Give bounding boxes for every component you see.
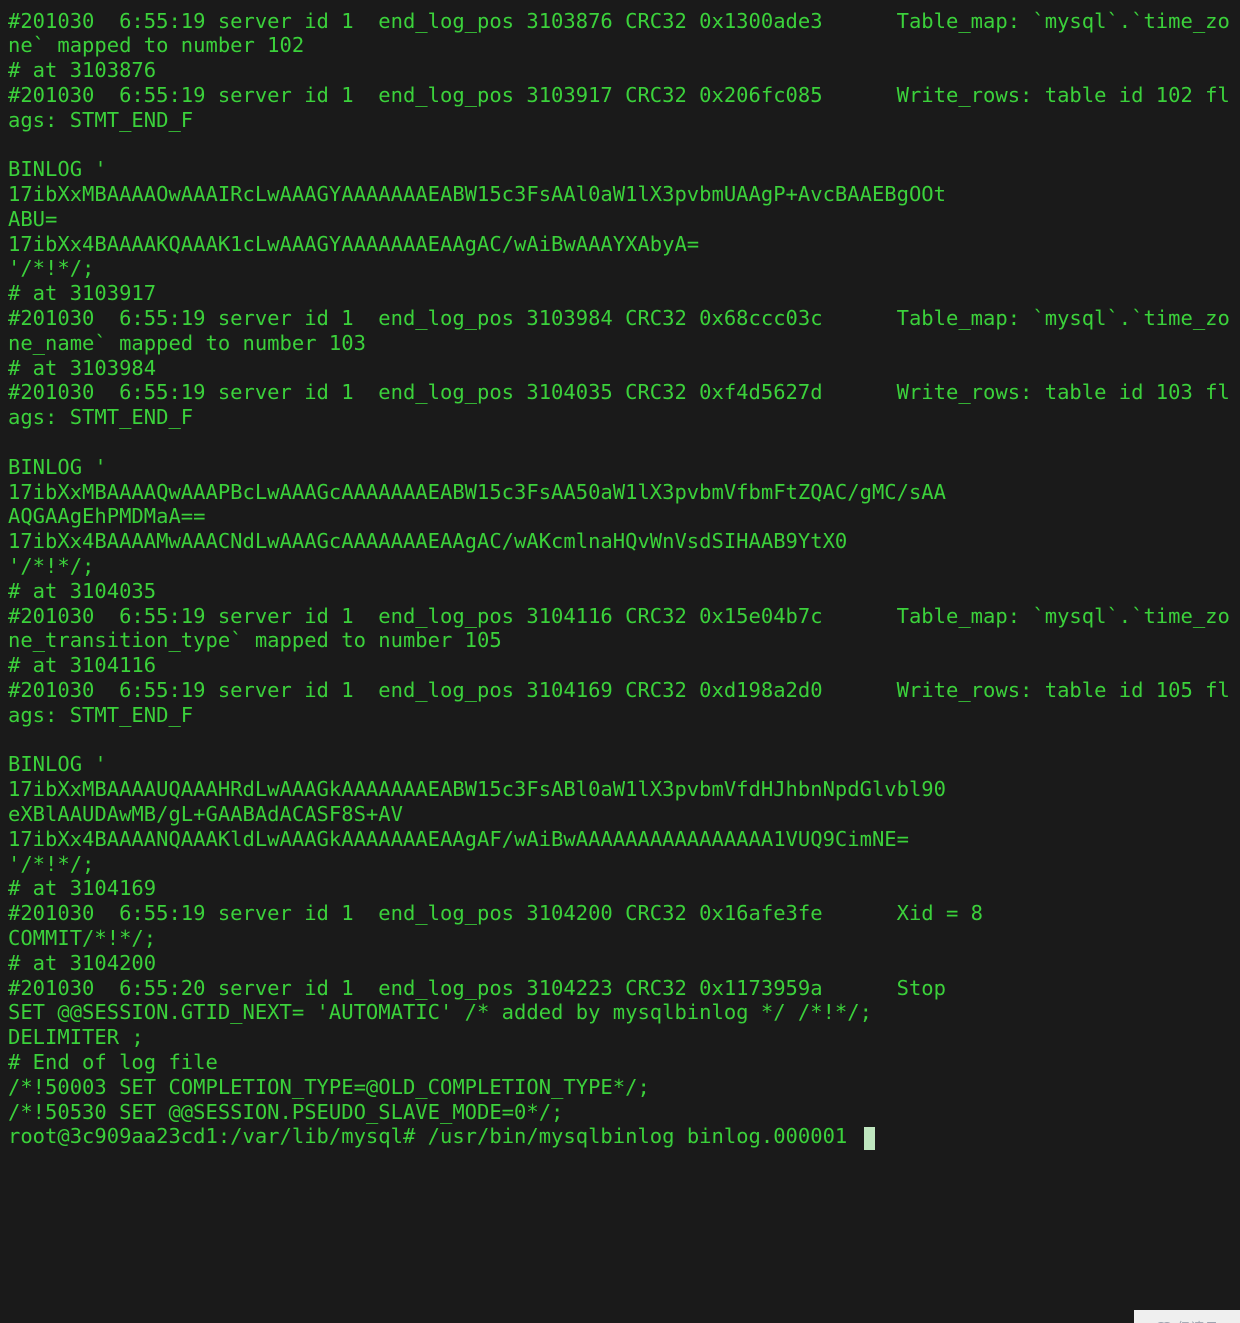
typed-command: /usr/bin/mysqlbinlog binlog.000001: [428, 1124, 848, 1148]
terminal-scrollback: #201030 6:55:19 server id 1 end_log_pos …: [8, 9, 1230, 1124]
watermark-text: 亿速云: [1177, 1317, 1219, 1323]
watermark-badge: 亿速云: [1134, 1310, 1240, 1323]
cursor: [864, 1127, 875, 1150]
shell-prompt: root@3c909aa23cd1:/var/lib/mysql#: [8, 1124, 428, 1148]
terminal-output[interactable]: #201030 6:55:19 server id 1 end_log_pos …: [0, 9, 1240, 1150]
